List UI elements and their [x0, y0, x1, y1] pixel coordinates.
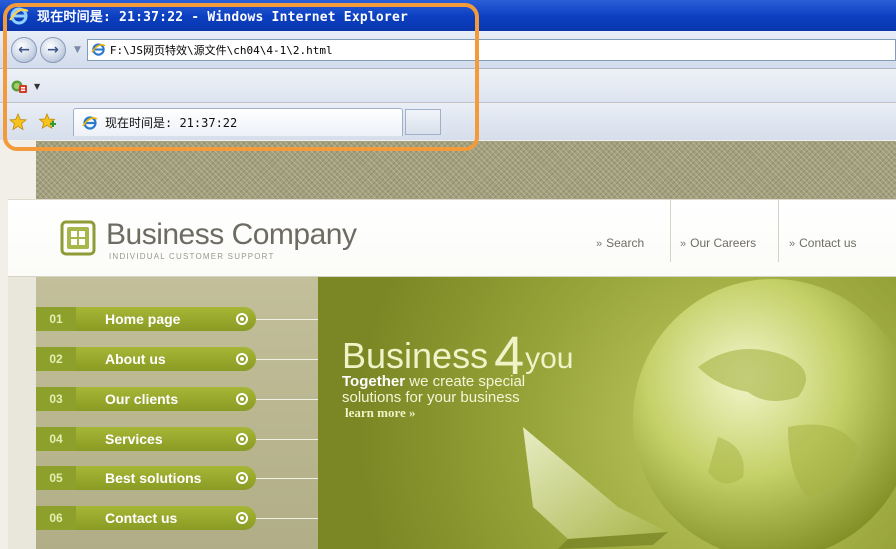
address-text: F:\JS网页特效\源文件\ch04\4-1\2.html [109, 43, 333, 57]
menu-number: 01 [36, 307, 76, 331]
menu-body: About us [76, 347, 256, 371]
menu-label: Contact us [105, 510, 178, 526]
hero-banner: Business 4you Together we create special … [318, 277, 896, 549]
left-gutter [8, 277, 36, 549]
menu-body: Contact us [76, 506, 256, 530]
address-bar[interactable]: F:\JS网页特效\源文件\ch04\4-1\2.html [86, 38, 896, 61]
menu-body: Services [76, 427, 256, 451]
favorites-tab-bar: 现在时间是: 21:37:22 [0, 104, 896, 140]
menu-label: Services [105, 431, 163, 447]
banner-line1-rest: we create special [405, 373, 526, 390]
bullet-icon [236, 313, 248, 325]
top-link-label: Our Careers [690, 236, 757, 250]
banner-title: Business 4you [342, 319, 574, 386]
menu-item-contact[interactable]: 06 Contact us [36, 506, 256, 530]
back-arrow-icon: ← [18, 41, 30, 58]
company-tagline: INDIVIDUAL CUSTOMER SUPPORT [109, 252, 275, 261]
top-link-search[interactable]: » Search [596, 236, 644, 250]
menu-number: 02 [36, 347, 76, 371]
top-link-label: Contact us [799, 236, 857, 250]
ie-logo-icon [9, 7, 29, 24]
menu-item-clients[interactable]: 03 Our clients [36, 387, 256, 411]
chevron-right-icon: » [596, 238, 603, 250]
screenshot-root: 现在时间是: 21:37:22 - Windows Internet Explo… [0, 0, 896, 549]
banner-title-word: Business [342, 335, 489, 376]
navigation-bar: ← → ▼ F:\JS网页特效\源文件\ch04\4-1\2.html [0, 31, 896, 69]
chevron-right-icon: » [789, 238, 796, 250]
bullet-icon [236, 472, 248, 484]
banner-title-suffix: you [525, 342, 574, 375]
ie-page-icon [82, 115, 98, 130]
menu-label: About us [105, 351, 166, 367]
menu-connector [256, 518, 318, 519]
learn-more-link[interactable]: learn more » [345, 405, 416, 421]
menu-connector [256, 478, 318, 479]
command-bar: ▼ [0, 70, 896, 103]
menu-connector [256, 439, 318, 440]
top-link-careers[interactable]: » Our Careers [680, 236, 756, 250]
top-link-contact[interactable]: » Contact us [789, 236, 857, 250]
chevron-right-icon: » [680, 238, 687, 250]
menu-number: 04 [36, 427, 76, 451]
divider [778, 200, 779, 262]
feeds-dropdown[interactable]: ▼ [34, 82, 40, 91]
add-favorites-icon[interactable] [39, 113, 57, 131]
window-title: 现在时间是: 21:37:22 - Windows Internet Explo… [37, 10, 409, 25]
company-logo-icon [60, 220, 96, 256]
menu-item-services[interactable]: 04 Services [36, 427, 256, 451]
bullet-icon [236, 433, 248, 445]
menu-connector [256, 319, 318, 320]
menu-connector [256, 359, 318, 360]
banner-text-line1: Together we create special [342, 373, 525, 390]
menu-connector [256, 399, 318, 400]
menu-number: 06 [36, 506, 76, 530]
banner-text-line2: solutions for your business [342, 389, 520, 406]
menu-item-about[interactable]: 02 About us [36, 347, 256, 371]
menu-item-home[interactable]: 01 Home page [36, 307, 256, 331]
menu-item-solutions[interactable]: 05 Best solutions [36, 466, 256, 490]
ie-page-icon [91, 43, 106, 56]
web-page: Business Company INDIVIDUAL CUSTOMER SUP… [0, 141, 896, 549]
menu-label: Home page [105, 311, 181, 327]
company-name[interactable]: Business Company [106, 218, 357, 252]
banner-bold-word: Together [342, 373, 406, 390]
feeds-icon[interactable] [10, 78, 28, 94]
menu-number: 05 [36, 466, 76, 490]
recent-pages-dropdown[interactable]: ▼ [74, 45, 81, 55]
new-tab-button[interactable] [405, 109, 441, 135]
bullet-icon [236, 393, 248, 405]
site-header: Business Company INDIVIDUAL CUSTOMER SUP… [8, 199, 896, 277]
menu-label: Our clients [105, 391, 179, 407]
top-link-label: Search [606, 236, 645, 250]
menu-body: Home page [76, 307, 256, 331]
divider [670, 200, 671, 262]
menu-body: Best solutions [76, 466, 256, 490]
bullet-icon [236, 353, 248, 365]
decorative-hatch-banner [36, 141, 896, 199]
forward-arrow-icon: → [47, 41, 59, 58]
menu-number: 03 [36, 387, 76, 411]
tab-current-page[interactable]: 现在时间是: 21:37:22 [73, 108, 403, 136]
tab-title: 现在时间是: 21:37:22 [105, 116, 238, 130]
back-button[interactable]: ← [11, 36, 37, 63]
menu-label: Best solutions [105, 470, 202, 486]
favorites-star-icon[interactable] [9, 113, 27, 131]
bullet-icon [236, 512, 248, 524]
menu-body: Our clients [76, 387, 256, 411]
forward-button[interactable]: → [40, 36, 66, 63]
window-title-bar[interactable]: 现在时间是: 21:37:22 - Windows Internet Explo… [0, 0, 896, 31]
